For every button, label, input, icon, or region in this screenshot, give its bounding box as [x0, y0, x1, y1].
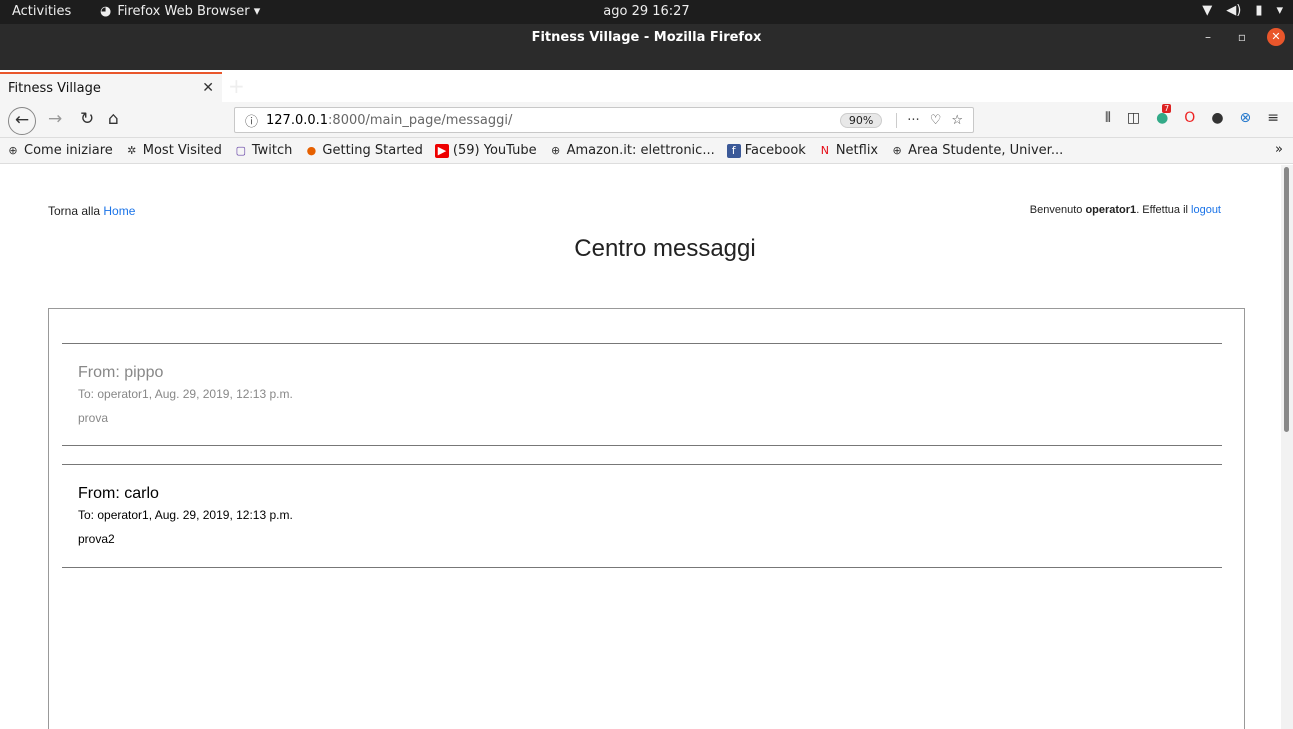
bookmark-label: Twitch	[251, 143, 293, 158]
tab-fitness-village[interactable]: Fitness Village ✕	[0, 72, 222, 102]
bookmark-label: Area Studente, Univer...	[908, 143, 1064, 158]
globe-icon: ⊕	[8, 143, 18, 157]
library-icon[interactable]: ⫴	[1105, 110, 1111, 126]
bookmark-star-icon[interactable]: ☆	[951, 113, 963, 128]
bookmark-item[interactable]: ⊕ Come iniziare	[6, 143, 113, 158]
username: operator1	[1085, 204, 1137, 216]
tab-title: Fitness Village	[8, 80, 101, 96]
url-bar[interactable]: ⓘ 127.0.0.1 :8000/main_page/messaggi/ 90…	[234, 107, 974, 133]
bookmarks-toolbar: ⊕ Come iniziare ✲ Most Visited ▢ Twitch ● Getti…	[0, 138, 1293, 164]
netflix-icon: N	[820, 143, 829, 157]
bookmark-label: Getting Started	[322, 143, 423, 158]
chevron-down-icon: ▾	[1276, 3, 1283, 18]
close-window-button[interactable]: ✕	[1267, 28, 1285, 46]
scrollbar-thumb[interactable]	[1284, 167, 1289, 432]
zoom-level-button[interactable]: 90%	[839, 112, 883, 128]
system-top-bar: Activities ◕ Firefox Web Browser ▾ ago 2…	[0, 0, 1293, 24]
bookmark-item[interactable]: ✲ Most Visited	[125, 143, 222, 158]
welcome-text: Benvenuto operator1. Effettua il logout	[1030, 204, 1221, 216]
new-tab-button[interactable]: +	[228, 74, 245, 98]
blue-extension-icon[interactable]: ⊗	[1240, 110, 1252, 126]
facebook-icon: f	[726, 143, 741, 158]
gear-icon: ✲	[127, 143, 137, 157]
home-link[interactable]: Home	[103, 204, 135, 218]
page-title: Centro messaggi	[574, 235, 756, 262]
message-item[interactable]: From: pippo To: operator1, Aug. 29, 2019…	[62, 343, 1222, 446]
sidebar-icon[interactable]: ◫	[1127, 110, 1140, 126]
bookmark-label: Netflix	[835, 143, 879, 158]
bookmark-item[interactable]: ▶ (59) YouTube	[434, 143, 537, 158]
volume-icon: ◀)	[1226, 3, 1242, 18]
message-from: From: pippo	[78, 364, 164, 381]
maximize-button[interactable]: ▫	[1233, 30, 1251, 44]
dark-extension-icon[interactable]: ●	[1211, 110, 1223, 126]
message-item[interactable]: From: carlo To: operator1, Aug. 29, 2019…	[62, 464, 1222, 568]
opera-icon[interactable]: O	[1184, 110, 1195, 126]
page-scrollbar[interactable]	[1281, 165, 1293, 729]
message-to: To: operator1, Aug. 29, 2019, 12:13 p.m.	[78, 508, 293, 522]
back-home-text: Torna alla Home	[48, 204, 135, 218]
clock[interactable]: ago 29 16:27	[0, 4, 1293, 19]
page-actions-icon[interactable]: ···	[907, 113, 919, 128]
forward-button[interactable]: →	[48, 109, 62, 129]
url-host: 127.0.0.1	[266, 112, 329, 128]
battery-icon: ▮	[1255, 3, 1263, 18]
back-button[interactable]: ←	[8, 107, 36, 135]
url-path: :8000/main_page/messaggi/	[328, 112, 513, 128]
home-button[interactable]: ⌂	[108, 109, 119, 129]
info-icon[interactable]: ⓘ	[245, 111, 258, 130]
window-title: Fitness Village - Mozilla Firefox	[531, 30, 762, 45]
window-title-bar: Fitness Village - Mozilla Firefox – ▫ ✕	[0, 24, 1293, 70]
pocket-icon[interactable]: ♡	[930, 113, 942, 128]
bookmark-item[interactable]: ● Getting Started	[304, 143, 423, 158]
back-home-prefix: Torna alla	[48, 204, 104, 218]
menu-icon[interactable]: ≡	[1267, 110, 1279, 126]
globe-icon: ⊕	[892, 143, 902, 157]
welcome-mid: . Effettua il	[1136, 204, 1192, 216]
system-tray[interactable]: ▼ ◀) ▮ ▾	[1202, 3, 1283, 18]
bookmark-item[interactable]: ⊕ Amazon.it: elettronic...	[549, 143, 715, 158]
bookmark-item[interactable]: N Netflix	[818, 143, 878, 158]
bookmark-label: Facebook	[744, 143, 806, 158]
extension-icon[interactable]: ● 7	[1156, 104, 1172, 126]
youtube-icon: ▶	[434, 143, 449, 158]
bookmark-label: Amazon.it: elettronic...	[566, 143, 715, 158]
reload-button[interactable]: ↻	[80, 109, 94, 129]
message-body: prova	[78, 411, 109, 425]
bookmark-item[interactable]: ⊕ Area Studente, Univer...	[890, 143, 1064, 158]
bookmarks-overflow-icon[interactable]: »	[1275, 142, 1283, 157]
close-tab-icon[interactable]: ✕	[202, 80, 214, 96]
message-body: prova2	[78, 532, 115, 546]
twitch-icon: ▢	[235, 143, 247, 157]
messages-container: From: pippo To: operator1, Aug. 29, 2019…	[48, 308, 1245, 729]
bookmark-item[interactable]: ▢ Twitch	[234, 143, 293, 158]
firefox-icon: ●	[306, 143, 317, 157]
page-content: Torna alla Home Benvenuto operator1. Eff…	[0, 165, 1281, 729]
bookmark-label: (59) YouTube	[452, 143, 537, 158]
bookmark-item[interactable]: f Facebook	[726, 143, 806, 158]
bookmark-label: Come iniziare	[24, 143, 113, 158]
logout-link[interactable]: logout	[1191, 204, 1221, 216]
navigation-bar: ← → ↻ ⌂ ⓘ 127.0.0.1 :8000/main_page/mess…	[0, 102, 1293, 138]
message-from: From: carlo	[78, 485, 159, 502]
minimize-button[interactable]: –	[1199, 30, 1217, 44]
message-to: To: operator1, Aug. 29, 2019, 12:13 p.m.	[78, 387, 293, 401]
wifi-icon: ▼	[1202, 3, 1213, 18]
welcome-prefix: Benvenuto	[1029, 204, 1086, 216]
globe-icon: ⊕	[551, 143, 561, 157]
bookmark-label: Most Visited	[142, 143, 222, 158]
